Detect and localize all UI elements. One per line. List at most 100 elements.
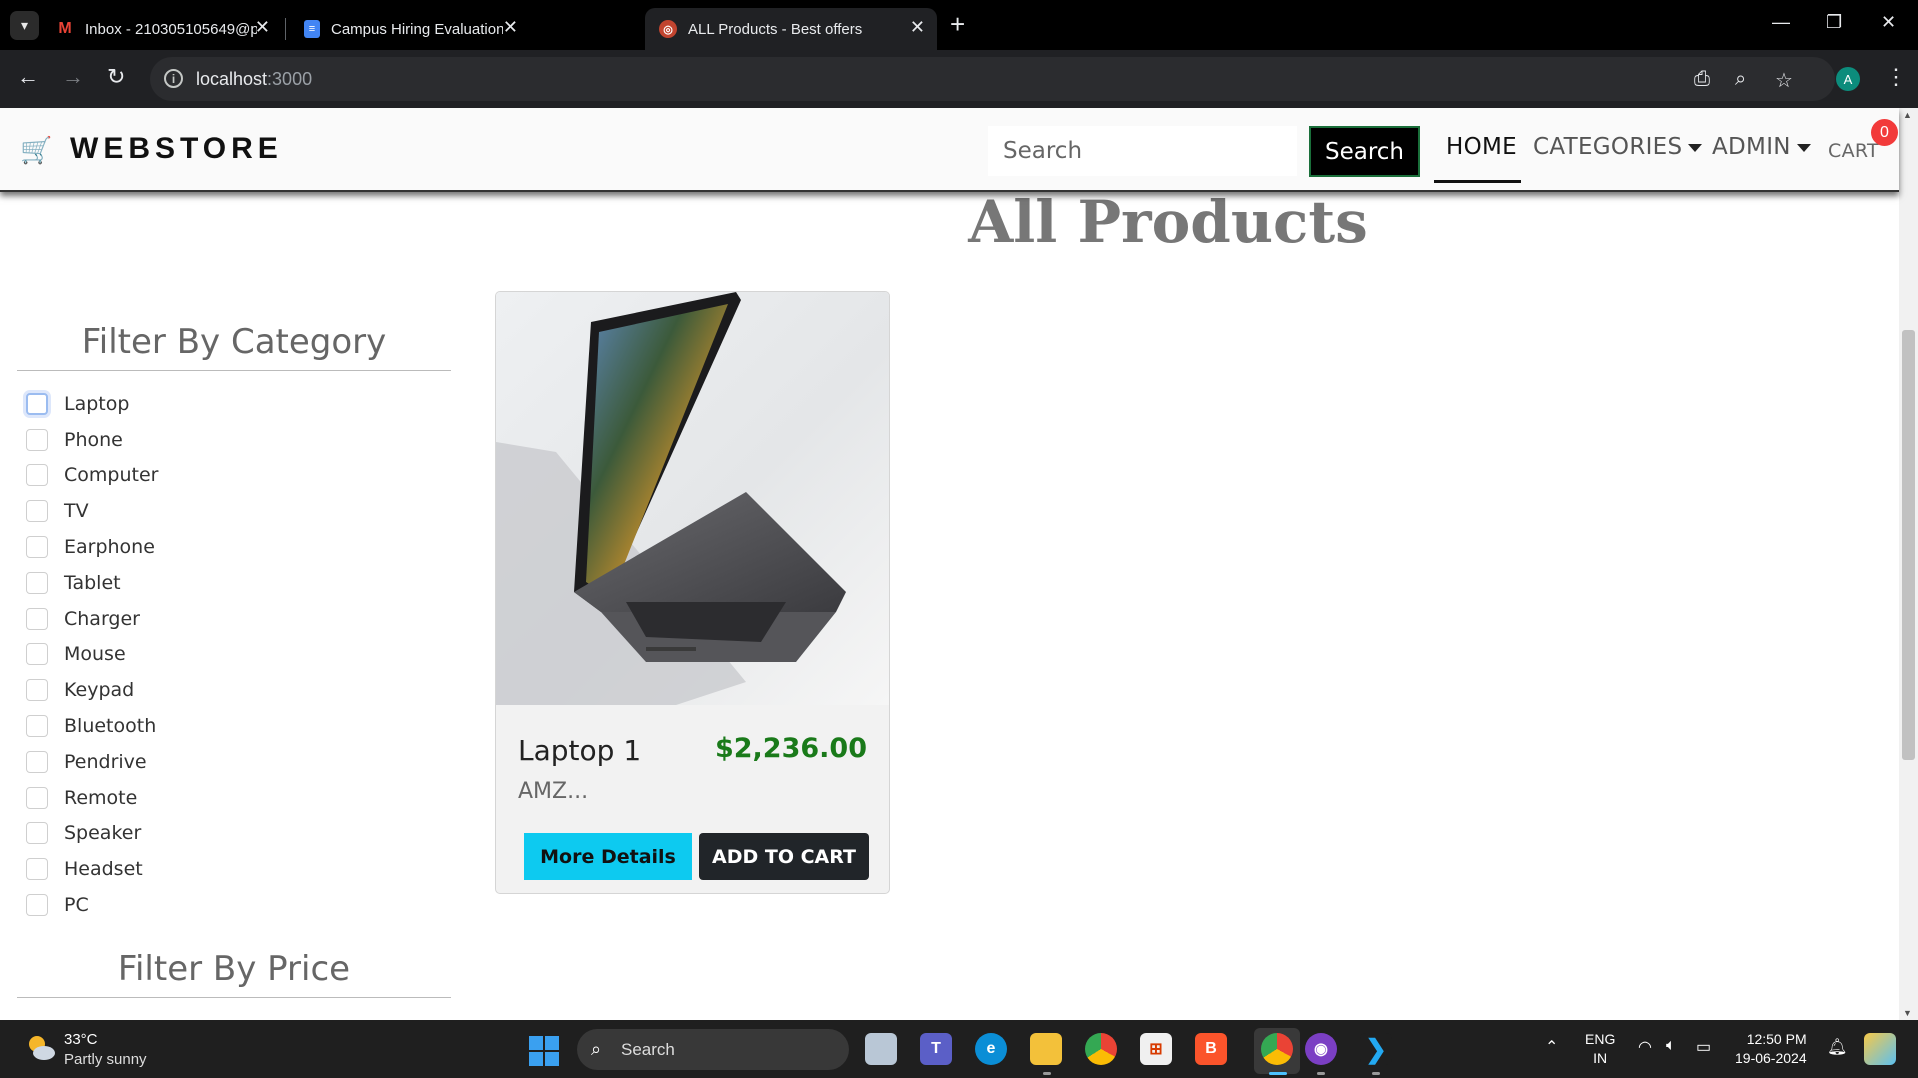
checkbox[interactable] [26, 428, 48, 451]
zoom-icon[interactable]: ⌕ [1735, 68, 1746, 91]
forward-icon[interactable]: → [62, 64, 84, 90]
checkbox[interactable] [26, 858, 48, 881]
battery-icon[interactable]: ▭ [1696, 1037, 1711, 1057]
checkbox[interactable] [26, 894, 48, 917]
taskbar-search[interactable]: ⌕ Search [577, 1029, 849, 1070]
weather-description[interactable]: Partly sunny [64, 1051, 147, 1068]
checkbox[interactable] [26, 607, 48, 630]
tab-campus-hiring[interactable]: ≡ Campus Hiring Evaluation - Full ✕ [290, 8, 530, 50]
category-checkbox-computer[interactable]: Computer [26, 458, 158, 494]
category-checkbox-bluetooth[interactable]: Bluetooth [26, 708, 158, 744]
url-text: localhost:3000 [196, 69, 313, 89]
search-button[interactable]: Search [1309, 126, 1420, 177]
category-checkbox-charger[interactable]: Charger [26, 601, 158, 637]
teams-icon[interactable]: T [920, 1033, 952, 1065]
running-indicator [1372, 1072, 1380, 1075]
category-checkbox-tablet[interactable]: Tablet [26, 565, 158, 601]
product-description: AMZ... [518, 779, 589, 804]
task-view-icon[interactable] [865, 1033, 897, 1065]
tab-all-products[interactable]: ◎ ALL Products - Best offers ✕ [645, 8, 937, 50]
tab-search-button[interactable]: ▾ [10, 11, 39, 40]
tab-title: Campus Hiring Evaluation - Full [331, 20, 503, 38]
category-checkbox-keypad[interactable]: Keypad [26, 672, 158, 708]
laptop-image [496, 292, 846, 705]
github-desktop-icon[interactable]: ◉ [1305, 1033, 1337, 1065]
category-checkbox-earphone[interactable]: Earphone [26, 529, 158, 565]
checkbox[interactable] [26, 464, 48, 487]
product-image [496, 292, 889, 705]
close-tab-icon[interactable]: ✕ [255, 17, 270, 38]
more-details-button[interactable]: More Details [524, 833, 692, 880]
windows-start-icon[interactable] [529, 1036, 559, 1066]
checkbox[interactable] [26, 822, 48, 845]
tab-title: Inbox - 210305105649@paruluniversity.ac.… [85, 20, 257, 38]
scroll-up-icon[interactable]: ▲ [1903, 110, 1912, 120]
category-checkbox-pc[interactable]: PC [26, 887, 158, 923]
category-checkbox-speaker[interactable]: Speaker [26, 816, 158, 852]
bookmark-star-icon[interactable]: ☆ [1775, 68, 1793, 93]
chrome-icon[interactable] [1085, 1033, 1117, 1065]
windows-taskbar: 33°C Partly sunny ⌕ Search T e ⊞ B ◉ ❯ ⌃… [0, 1020, 1918, 1078]
tab-gmail[interactable]: M Inbox - 210305105649@paruluniversity.a… [42, 8, 282, 50]
nav-active-indicator [1434, 180, 1521, 183]
brand-logo[interactable]: WEBSTORE [70, 132, 283, 166]
wifi-icon[interactable]: ◠ [1638, 1037, 1652, 1057]
address-bar[interactable]: i localhost:3000 ⎙ ⌕ ☆ [150, 57, 1835, 101]
partly-sunny-icon[interactable] [24, 1031, 57, 1064]
nav-categories[interactable]: CATEGORIES [1533, 134, 1703, 160]
copilot-icon[interactable] [1864, 1033, 1896, 1065]
search-input[interactable] [988, 126, 1297, 176]
category-checkbox-pendrive[interactable]: Pendrive [26, 744, 158, 780]
reload-icon[interactable]: ↻ [107, 64, 125, 90]
checkbox[interactable] [26, 536, 48, 559]
nav-home[interactable]: HOME [1446, 134, 1517, 160]
profile-avatar[interactable]: A [1836, 67, 1860, 91]
checkbox[interactable] [26, 500, 48, 523]
checkbox[interactable] [26, 679, 48, 702]
show-hidden-icons-chevron[interactable]: ⌃ [1545, 1037, 1558, 1057]
language-indicator[interactable]: ENG IN [1585, 1030, 1615, 1068]
install-app-icon[interactable]: ⎙ [1694, 68, 1710, 91]
site-info-icon[interactable]: i [164, 69, 183, 88]
close-tab-icon[interactable]: ✕ [503, 17, 518, 38]
system-clock[interactable]: 12:50 PM 19-06-2024 [1735, 1030, 1807, 1068]
running-indicator [1317, 1072, 1325, 1075]
checkbox[interactable] [26, 643, 48, 666]
scrollbar-thumb[interactable] [1902, 330, 1915, 760]
checkbox[interactable] [26, 750, 48, 773]
chrome-profile-icon[interactable] [1261, 1033, 1293, 1065]
checkbox[interactable] [26, 715, 48, 738]
category-checkbox-mouse[interactable]: Mouse [26, 637, 158, 673]
category-checkbox-headset[interactable]: Headset [26, 851, 158, 887]
nav-admin[interactable]: ADMIN [1712, 134, 1811, 160]
new-tab-icon[interactable]: + [950, 11, 965, 37]
category-filter-list: Laptop Phone Computer TV Earphone Tablet… [26, 386, 158, 923]
category-checkbox-tv[interactable]: TV [26, 493, 158, 529]
vscode-icon[interactable]: ❯ [1360, 1033, 1392, 1065]
site-header: 🛒 WEBSTORE Search HOME CATEGORIES ADMIN … [0, 108, 1899, 192]
file-explorer-icon[interactable] [1030, 1033, 1062, 1065]
notification-bell-icon[interactable]: 🔔︎ [1827, 1037, 1847, 1057]
category-checkbox-laptop[interactable]: Laptop [26, 386, 158, 422]
checkbox[interactable] [26, 571, 48, 594]
edge-icon[interactable]: e [975, 1033, 1007, 1065]
close-tab-icon[interactable]: ✕ [910, 17, 925, 38]
nav-cart[interactable]: CART [1828, 140, 1879, 162]
add-to-cart-button[interactable]: ADD TO CART [699, 833, 869, 880]
volume-icon[interactable]: 🔈︎ [1666, 1037, 1676, 1055]
close-window-icon[interactable]: ✕ [1881, 12, 1896, 33]
minimize-icon[interactable]: — [1772, 12, 1790, 33]
checkbox[interactable] [26, 786, 48, 809]
brave-icon[interactable]: B [1195, 1033, 1227, 1065]
restore-icon[interactable]: ❐ [1826, 12, 1842, 33]
checkbox[interactable] [26, 392, 48, 415]
back-icon[interactable]: ← [17, 64, 39, 90]
running-indicator [1043, 1072, 1051, 1075]
chevron-down-icon [1796, 143, 1811, 152]
scroll-down-icon[interactable]: ▼ [1903, 1008, 1912, 1018]
category-checkbox-remote[interactable]: Remote [26, 780, 158, 816]
weather-temperature[interactable]: 33°C [64, 1031, 98, 1048]
browser-menu-icon[interactable]: ⋮ [1885, 64, 1907, 90]
microsoft-store-icon[interactable]: ⊞ [1140, 1033, 1172, 1065]
category-checkbox-phone[interactable]: Phone [26, 422, 158, 458]
